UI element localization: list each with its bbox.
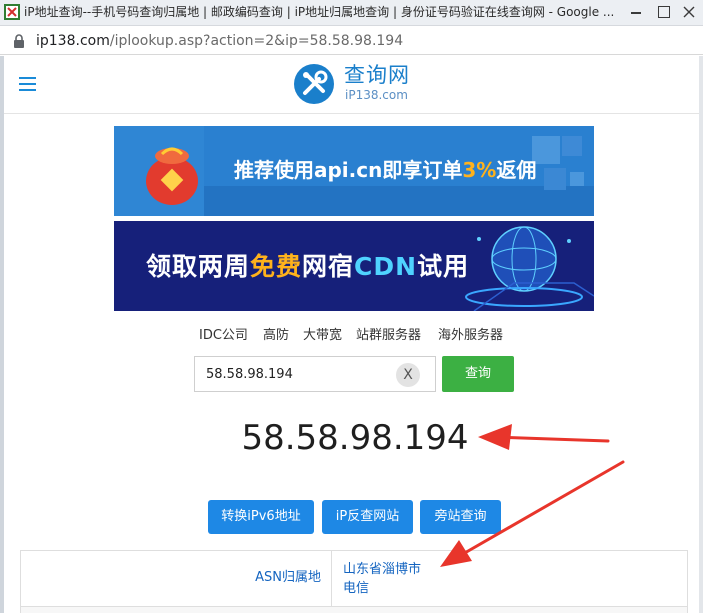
asn-value-location: 山东省淄博市 — [343, 562, 422, 577]
category-link-cluster-server[interactable]: 站群服务器 — [356, 327, 421, 347]
query-button[interactable]: 查询 — [442, 356, 514, 392]
url-text[interactable]: ip138.com/iplookup.asp?action=2&ip=58.58… — [36, 32, 403, 50]
logo-tools-icon — [294, 64, 334, 104]
clear-input-button[interactable]: X — [396, 363, 420, 387]
menu-hamburger-icon[interactable] — [19, 76, 36, 91]
title-bar: iP地址查询--手机号码查询归属地 | 邮政编码查询 | iP地址归属地查询 |… — [0, 0, 703, 26]
asn-label-cell: ASN归属地 — [21, 551, 332, 606]
close-icon — [683, 6, 695, 18]
window-title: iP地址查询--手机号码查询归属地 | 邮政编码查询 | iP地址归属地查询 |… — [24, 5, 614, 19]
result-table: ASN归属地 山东省淄博市 电信 — [20, 550, 688, 613]
site-logo[interactable]: 查询网 iP138.com — [294, 62, 424, 106]
url-path: /iplookup.asp?action=2&ip=58.58.98.194 — [109, 33, 404, 49]
maximize-button[interactable] — [650, 1, 678, 23]
asn-value-isp: 电信 — [343, 581, 370, 596]
asn-label: ASN归属地 — [255, 570, 321, 585]
category-link-bandwidth[interactable]: 大带宽 — [303, 327, 342, 347]
reverse-ip-lookup-button[interactable]: iP反查网站 — [322, 500, 413, 534]
asn-value[interactable]: 山东省淄博市 电信 — [343, 560, 421, 598]
close-button[interactable] — [675, 1, 703, 23]
logo-text-en: iP138.com — [345, 88, 408, 102]
category-link-overseas-server[interactable]: 海外服务器 — [438, 327, 503, 347]
page-left-edge — [0, 56, 4, 613]
minimize-button[interactable] — [622, 1, 650, 23]
promo-banner-api[interactable]: 推荐使用api.cn即享订单3%返佣 — [114, 126, 594, 216]
logo-text-cn: 查询网 — [344, 63, 410, 87]
lock-icon — [14, 34, 24, 48]
banner-text-api: 推荐使用api.cn即享订单3%返佣 — [234, 158, 537, 182]
address-bar[interactable]: ip138.com/iplookup.asp?action=2&ip=58.58… — [0, 27, 703, 55]
browser-window: iP地址查询--手机号码查询归属地 | 邮政编码查询 | iP地址归属地查询 |… — [0, 0, 703, 613]
category-link-idc[interactable]: IDC公司 — [199, 327, 248, 347]
convert-ipv6-button[interactable]: 转换iPv6地址 — [208, 500, 314, 534]
promo-banner-cdn[interactable]: 领取两周免费网宿CDN试用 — [114, 221, 594, 311]
result-ip-address: 58.58.98.194 — [241, 418, 469, 458]
table-row — [21, 607, 687, 613]
banner-text-cdn: 领取两周免费网宿CDN试用 — [146, 252, 470, 281]
category-link-ddos[interactable]: 高防 — [263, 327, 289, 347]
header-divider — [4, 113, 699, 114]
site-favicon-icon — [4, 4, 20, 20]
url-host: ip138.com — [36, 33, 110, 49]
sibling-sites-button[interactable]: 旁站查询 — [420, 500, 501, 534]
page-right-edge — [699, 56, 703, 613]
